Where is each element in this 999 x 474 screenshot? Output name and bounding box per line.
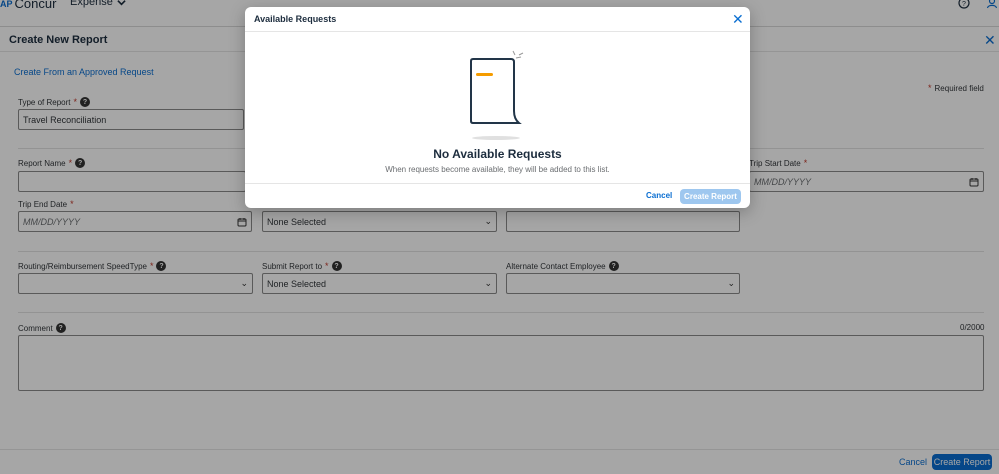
empty-document-illustration-icon	[470, 50, 524, 140]
cancel-button[interactable]: Cancel	[646, 191, 672, 200]
dialog-header: Available Requests ✕	[245, 7, 750, 32]
available-requests-dialog: Available Requests ✕ No Available Reques…	[245, 7, 750, 208]
dialog-title: Available Requests	[254, 14, 337, 24]
dialog-footer: Cancel Create Report	[245, 183, 750, 208]
empty-state-title: No Available Requests	[433, 147, 562, 161]
close-icon[interactable]: ✕	[732, 12, 744, 26]
empty-state-subtitle: When requests become available, they wil…	[385, 165, 610, 174]
create-report-button[interactable]: Create Report	[680, 189, 741, 204]
